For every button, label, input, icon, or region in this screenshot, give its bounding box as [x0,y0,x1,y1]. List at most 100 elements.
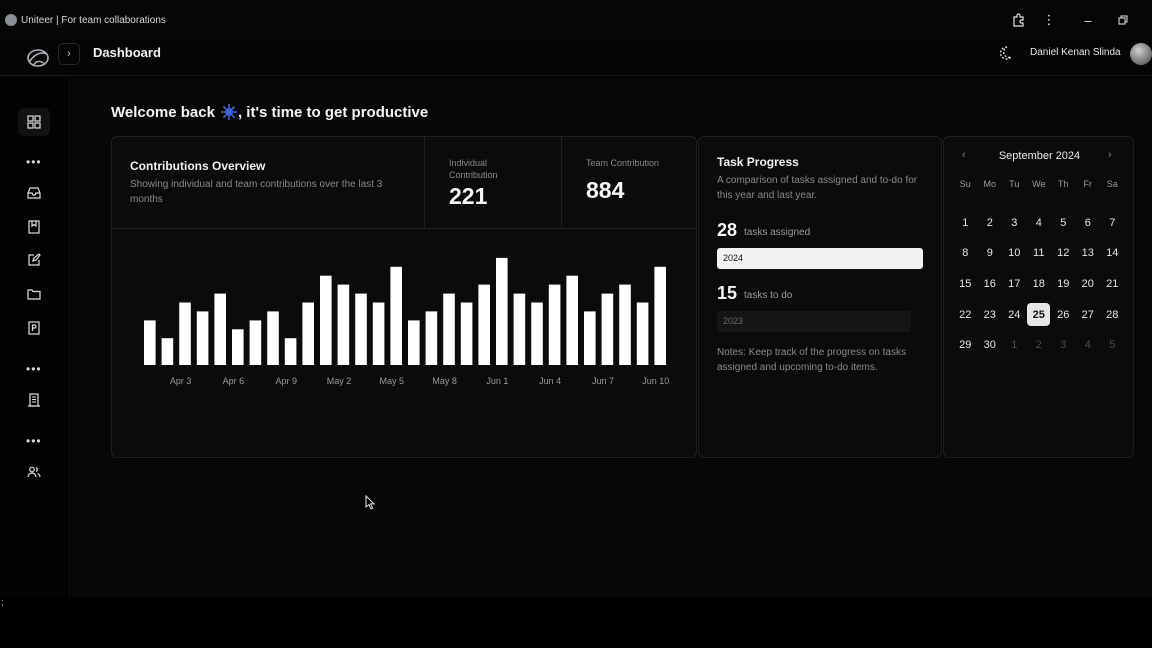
calendar-day[interactable]: 17 [1002,269,1027,300]
chart-bar[interactable] [496,257,508,365]
calendar-day[interactable]: 10 [1002,238,1027,269]
calendar-day[interactable]: 8 [953,238,978,269]
chart-bar[interactable] [636,302,649,366]
calendar-day[interactable]: 26 [1051,299,1076,330]
chart-bar[interactable] [408,320,420,365]
more-vertical-icon[interactable]: ⋮ [1039,10,1059,30]
calendar-day[interactable]: 7 [1100,208,1125,239]
calendar-day[interactable]: 13 [1076,238,1101,269]
calendar-day[interactable]: 11 [1027,238,1052,269]
calendar-day[interactable]: 2 [978,208,1003,239]
calendar-day[interactable]: 27 [1076,299,1101,330]
chart-bar[interactable] [179,302,191,366]
chart-bar[interactable] [267,311,279,365]
brand-logo-icon[interactable] [25,46,51,70]
extensions-icon[interactable] [1009,10,1029,30]
calendar-day-selected[interactable]: 25 [1027,299,1052,330]
chart-bar[interactable] [443,293,455,365]
calendar-day[interactable]: 30 [978,330,1003,361]
chart-bar[interactable] [355,293,367,365]
chart-bar[interactable] [566,275,578,365]
next-month-button[interactable]: › [1108,149,1112,161]
individual-contribution-label: Individual Contribution [449,158,498,180]
sidebar-item-folders[interactable] [22,282,46,306]
chevron-right-icon: › [67,48,71,60]
calendar-day[interactable]: 5 [1051,208,1076,239]
chart-bar[interactable] [161,338,174,365]
calendar-day[interactable]: 2 [1027,330,1052,361]
avatar[interactable] [1130,43,1152,65]
calendar-day[interactable]: 3 [1002,208,1027,239]
chart-bar[interactable] [249,320,262,365]
calendar-day[interactable]: 6 [1076,208,1101,239]
chart-bar[interactable] [390,266,402,365]
calendar-day[interactable]: 21 [1100,269,1125,300]
chart-tick-label: Jun 1 [486,376,508,386]
expand-sidebar-button[interactable]: › [58,43,80,65]
sidebar-item-edit[interactable] [22,248,46,272]
calendar-day[interactable]: 28 [1100,299,1125,330]
calendar-day[interactable]: 16 [978,269,1003,300]
calendar-day[interactable]: 23 [978,299,1003,330]
chart-bar[interactable] [284,338,297,365]
calendar-day[interactable]: 5 [1100,330,1125,361]
calendar-day[interactable]: 3 [1051,330,1076,361]
bookmark-square-icon [28,220,40,234]
calendar-day[interactable]: 29 [953,330,978,361]
sidebar-item-bookmarks[interactable] [22,215,46,239]
chart-bar[interactable] [654,266,666,365]
calendar-day[interactable]: 4 [1076,330,1101,361]
sidebar-item-dashboard[interactable] [18,108,50,136]
folder-icon [27,289,41,300]
calendar-day[interactable]: 19 [1051,269,1076,300]
title-bar: Uniteer | For team collaborations ⋮ – [0,0,1152,40]
theme-toggle-icon[interactable] [995,43,1015,63]
chart-bar[interactable] [337,284,350,365]
assigned-year-bar[interactable]: 2024 [717,248,923,269]
chart-bar[interactable] [196,311,209,365]
team-contribution-stat[interactable]: Team Contribution 884 [562,137,696,229]
user-name[interactable]: Daniel Kenan Slinda [1030,47,1121,58]
chart-bar[interactable] [144,320,156,365]
chart-bar[interactable] [478,284,490,365]
chart-bar[interactable] [425,311,438,365]
individual-contribution-stat[interactable]: Individual Contribution 221 [425,137,562,229]
calendar-day[interactable]: 22 [953,299,978,330]
chart-bar[interactable] [601,293,614,365]
sidebar-item-team[interactable] [22,460,46,484]
calendar-day[interactable]: 15 [953,269,978,300]
chart-bar[interactable] [302,302,314,366]
chart-bar[interactable] [513,293,526,365]
chart-bar[interactable] [232,329,244,365]
calendar-day[interactable]: 12 [1051,238,1076,269]
restore-button[interactable] [1113,10,1133,30]
minimize-button[interactable]: – [1078,10,1098,30]
calendar-day[interactable]: 18 [1027,269,1052,300]
sidebar-item-organization[interactable] [22,388,46,412]
calendar-day[interactable]: 24 [1002,299,1027,330]
calendar-day[interactable]: 20 [1076,269,1101,300]
calendar-day[interactable]: 9 [978,238,1003,269]
sidebar-item-inbox[interactable] [22,181,46,205]
calendar-day[interactable]: 14 [1100,238,1125,269]
chart-bar[interactable] [548,284,561,365]
chart-bar[interactable] [460,302,473,366]
chart-bar[interactable] [320,275,332,365]
chart-bar[interactable] [584,311,596,365]
weekday-header: We [1032,179,1046,189]
todo-year-bar[interactable]: 2023 [717,311,911,332]
page-title: Dashboard [93,45,161,60]
chart-bar[interactable] [619,284,631,365]
sidebar-item-pages[interactable] [22,316,46,340]
chart-tick-label: Apr 9 [275,376,297,386]
chart-bar[interactable] [372,302,385,366]
calendar-day[interactable]: 1 [953,208,978,239]
chart-bar[interactable] [214,293,226,365]
contributions-subtitle: Showing individual and team contribution… [130,179,383,205]
document-p-icon [28,321,40,335]
chart-tick-label: May 2 [327,376,352,386]
calendar-day[interactable]: 4 [1027,208,1052,239]
team-contribution-label: Team Contribution [586,158,660,168]
calendar-day[interactable]: 1 [1002,330,1027,361]
chart-bar[interactable] [531,302,543,366]
